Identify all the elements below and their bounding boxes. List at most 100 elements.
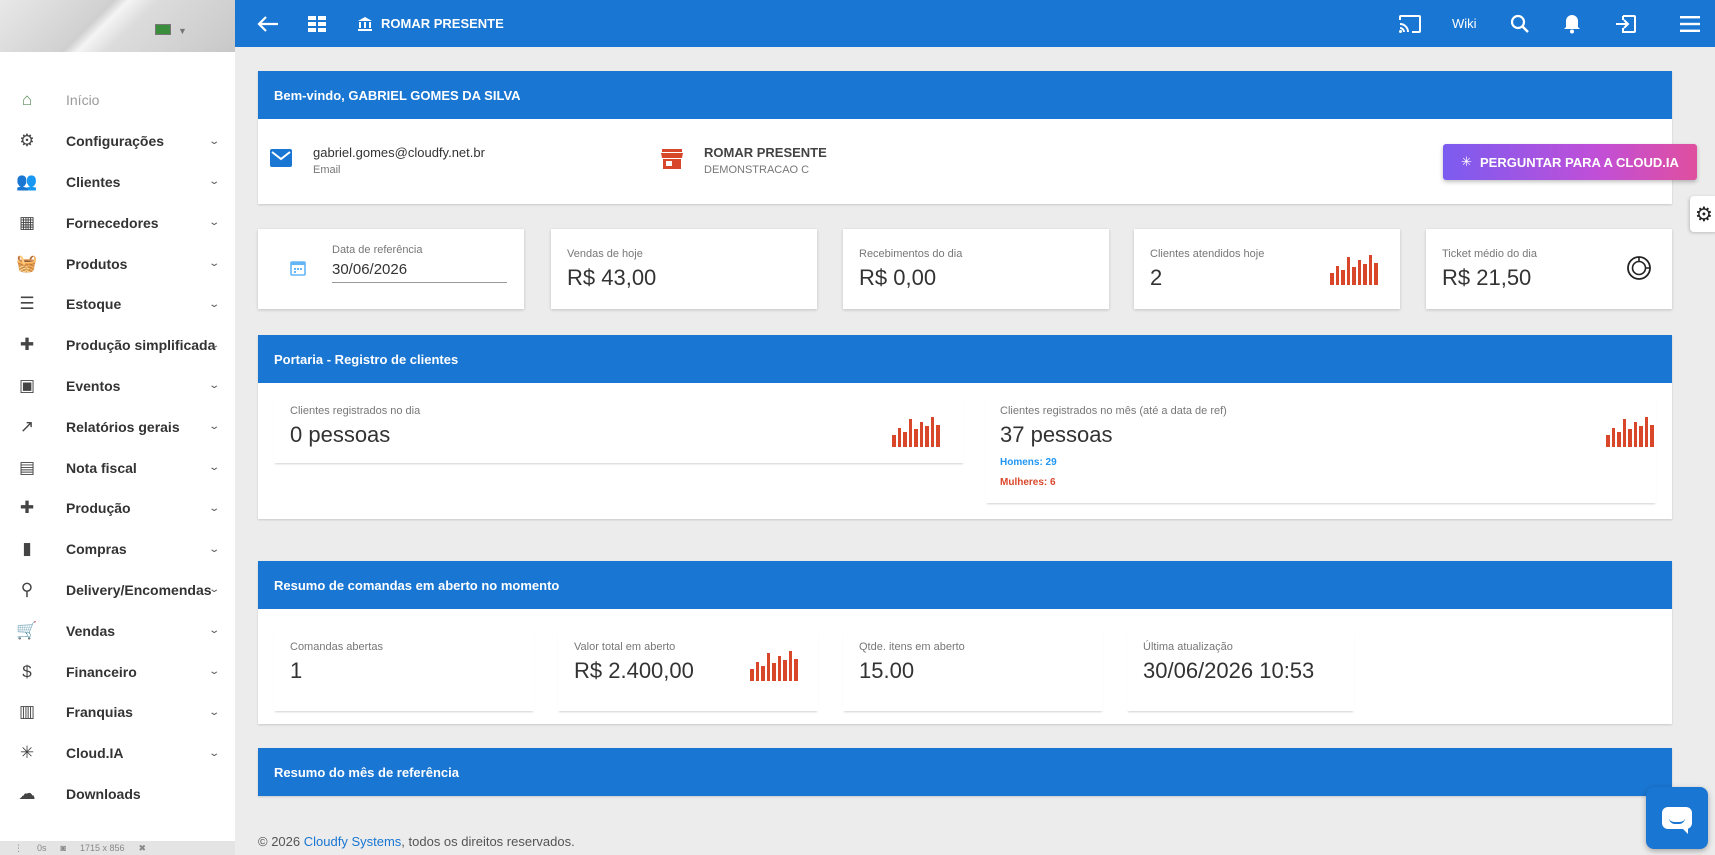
- ticket-average-value: R$ 21,50: [1442, 265, 1532, 290]
- sidebar-item-vendas[interactable]: 🛒 Vendas ⌄: [0, 610, 235, 651]
- sidebar-item-producao-simplificada[interactable]: ✚ Produção simplificada ⌄: [0, 325, 235, 366]
- sidebar-item-label: Estoque: [66, 296, 122, 313]
- calendar-icon: [290, 260, 306, 281]
- sidebar-item-eventos[interactable]: ▣ Eventos ⌄: [0, 366, 235, 407]
- sidebar-item-label: Configurações: [66, 133, 165, 150]
- sidebar-item-label: Vendas: [66, 622, 116, 639]
- sidebar: ▼ ⌂ Início ⚙ Configurações ⌄ 👥 Clientes ⌄ ▦ Forne…: [0, 0, 235, 855]
- sidebar-item-label: Nota fiscal: [66, 459, 137, 476]
- cast-icon[interactable]: [1398, 0, 1422, 47]
- chevron-down-icon[interactable]: ⌄: [208, 503, 220, 514]
- sidebar-item-label: Relatórios gerais: [66, 418, 180, 435]
- chevron-down-icon[interactable]: ⌄: [208, 625, 220, 636]
- last-update-card: Última atualização 30/06/2026 10:53: [1127, 631, 1354, 711]
- wiki-link[interactable]: Wiki: [1452, 0, 1477, 47]
- target-icon: [1626, 255, 1652, 286]
- sidebar-item-label: Clientes: [66, 173, 121, 190]
- company-selector[interactable]: ROMAR PRESENTE: [357, 0, 504, 47]
- receipts-value: R$ 0,00: [859, 265, 937, 290]
- sidebar-nav: ⌂ Início ⚙ Configurações ⌄ 👥 Clientes ⌄ ▦ Fornece…: [0, 80, 235, 814]
- calendar-icon: ▣: [18, 375, 36, 395]
- chevron-down-icon[interactable]: ⌄: [208, 380, 220, 391]
- sparkle-icon: ✳: [1461, 154, 1473, 169]
- portaria-panel: Portaria - Registro de clientes Clientes…: [258, 335, 1672, 519]
- sidebar-item-nota-fiscal[interactable]: ▤ Nota fiscal ⌄: [0, 447, 235, 488]
- bell-icon[interactable]: [1563, 0, 1581, 47]
- month-summary-title: Resumo do mês de referência: [258, 748, 1672, 796]
- chevron-down-icon[interactable]: ⌄: [208, 544, 220, 555]
- chevron-down-icon[interactable]: ⌄: [208, 707, 220, 718]
- sidebar-item-produtos[interactable]: 🧺 Produtos ⌄: [0, 243, 235, 284]
- sidebar-item-relatorios-gerais[interactable]: ↗ Relatórios gerais ⌄: [0, 406, 235, 447]
- search-icon[interactable]: [1510, 0, 1530, 47]
- clients-day-label: Clientes registrados no dia: [290, 405, 421, 417]
- open-items-label: Qtde. itens em aberto: [859, 641, 965, 653]
- sidebar-item-label: Financeiro: [66, 663, 137, 680]
- chevron-down-icon[interactable]: ⌄: [208, 176, 220, 187]
- sidebar-bottom-bar: ⋮ 0s ◙ 1715 x 856 ✖: [0, 841, 235, 855]
- grid-icon[interactable]: [308, 0, 326, 47]
- sidebar-item-label: Downloads: [66, 785, 141, 802]
- camera-icon[interactable]: ◙: [61, 843, 66, 853]
- footer-rights: , todos os direitos reservados.: [401, 834, 575, 849]
- logout-icon[interactable]: [1615, 0, 1637, 47]
- grip-icon[interactable]: ⋮: [14, 843, 23, 854]
- open-total-card: Valor total em aberto R$ 2.400,00: [558, 631, 818, 711]
- month-summary-panel: Resumo do mês de referência: [258, 748, 1672, 796]
- list-icon: ☰: [19, 294, 35, 314]
- chevron-down-icon[interactable]: ⌄: [208, 748, 220, 759]
- sales-today-card: Vendas de hoje R$ 43,00: [551, 229, 817, 309]
- clients-day-card: Clientes registrados no dia 0 pessoas: [274, 395, 964, 463]
- basket-icon: 🧺: [16, 253, 38, 273]
- chevron-down-icon[interactable]: ⌄: [208, 136, 220, 147]
- menu-icon[interactable]: [1680, 0, 1700, 47]
- sidebar-item-producao[interactable]: ✚ Produção ⌄: [0, 488, 235, 529]
- last-update-label: Última atualização: [1143, 641, 1233, 653]
- sidebar-item-estoque[interactable]: ☰ Estoque ⌄: [0, 284, 235, 325]
- chevron-down-icon[interactable]: ⌄: [208, 421, 220, 432]
- footer-link[interactable]: Cloudfy Systems: [304, 834, 402, 849]
- motorcycle-icon: ⚲: [20, 579, 34, 599]
- chevron-down-icon[interactable]: ⌄: [208, 462, 220, 473]
- back-arrow-icon[interactable]: [257, 0, 279, 47]
- sidebar-item-label: Franquias: [66, 704, 133, 721]
- sidebar-item-financeiro[interactable]: $ Financeiro ⌄: [0, 651, 235, 692]
- company-name: ROMAR PRESENTE: [381, 16, 504, 31]
- clients-day-value: 0 pessoas: [290, 422, 391, 447]
- clients-served-value: 2: [1150, 265, 1163, 290]
- ticket-average-label: Ticket médio do dia: [1442, 248, 1537, 260]
- sidebar-item-franquias[interactable]: ▥ Franquias ⌄: [0, 692, 235, 733]
- sidebar-item-cloud-ia[interactable]: ✳ Cloud.IA ⌄: [0, 733, 235, 774]
- sidebar-item-clientes[interactable]: 👥 Clientes ⌄: [0, 162, 235, 203]
- ticket-average-card: Ticket médio do dia R$ 21,50: [1426, 229, 1672, 309]
- sidebar-item-configuracoes[interactable]: ⚙ Configurações ⌄: [0, 121, 235, 162]
- last-update-value: 30/06/2026 10:53: [1143, 658, 1315, 683]
- chevron-down-icon[interactable]: ⌄: [208, 666, 220, 677]
- chevron-down-icon[interactable]: ⌄: [208, 340, 220, 351]
- reference-date-card[interactable]: Data de referência 30/06/2026: [258, 229, 524, 309]
- bar-chart-icon: [892, 417, 940, 447]
- sidebar-item-downloads[interactable]: ☁ Downloads: [0, 774, 235, 815]
- sidebar-item-fornecedores[interactable]: ▦ Fornecedores ⌄: [0, 202, 235, 243]
- cloud-download-icon: ☁: [18, 783, 36, 803]
- men-count: Homens: 29: [1000, 457, 1057, 468]
- chevron-down-icon[interactable]: ⌄: [208, 584, 220, 595]
- chevron-down-icon[interactable]: ⌄: [208, 299, 220, 310]
- sidebar-item-delivery-encomendas[interactable]: ⚲ Delivery/Encomendas ⌄: [0, 570, 235, 611]
- ask-cloud-ia-button[interactable]: ✳ PERGUNTAR PARA A CLOUD.IA: [1443, 144, 1697, 180]
- close-icon[interactable]: ✖: [139, 843, 147, 854]
- chat-button[interactable]: [1646, 787, 1708, 849]
- sidebar-item-label: Compras: [66, 541, 127, 558]
- brazil-flag-icon[interactable]: [155, 24, 171, 35]
- open-comandas-card: Comandas abertas 1: [274, 631, 534, 711]
- chevron-down-icon[interactable]: ⌄: [208, 217, 220, 228]
- sidebar-item-compras[interactable]: ▮ Compras ⌄: [0, 529, 235, 570]
- settings-gear-icon[interactable]: ⚙: [1690, 196, 1715, 232]
- chevron-down-icon[interactable]: ⌄: [208, 258, 220, 269]
- caret-down-icon[interactable]: ▼: [178, 26, 187, 36]
- sparkle-icon: ✳: [19, 743, 35, 763]
- settings-icon: ⚙: [19, 131, 35, 151]
- trending-icon: ↗: [19, 416, 35, 436]
- bar-chart-icon: [1330, 255, 1378, 285]
- sidebar-item-inicio[interactable]: ⌂ Início: [0, 80, 235, 121]
